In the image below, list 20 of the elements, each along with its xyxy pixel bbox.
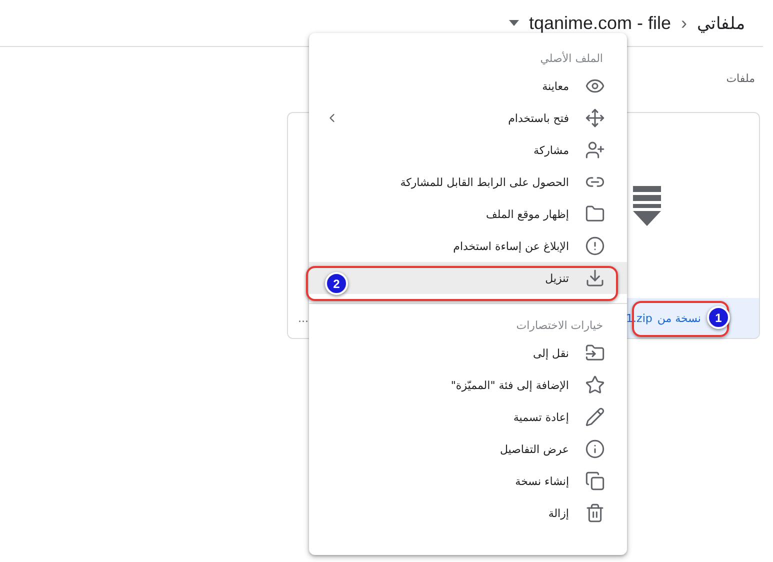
menu-item[interactable]: مشاركة	[309, 134, 627, 166]
menu-item[interactable]: إنشاء نسخة	[309, 465, 627, 497]
section-label: ملفات	[726, 72, 755, 85]
menu-item[interactable]: عرض التفاصيل	[309, 433, 627, 465]
menu-item[interactable]: فتح باستخدام	[309, 102, 627, 134]
menu-item[interactable]: الإبلاغ عن إساءة استخدام	[309, 230, 627, 262]
menu-item[interactable]: نقل إلى	[309, 337, 627, 369]
file-name[interactable]: نسخة من	[657, 312, 701, 324]
menu-item[interactable]: إعادة تسمية	[309, 401, 627, 433]
menu-item[interactable]: معاينة	[309, 70, 627, 102]
menu-section-title: الملف الأصلي	[540, 52, 603, 64]
breadcrumb-separator: ›	[681, 12, 687, 34]
more-text: ...	[298, 312, 308, 324]
menu-item[interactable]: إزالة	[309, 497, 627, 529]
menu-item[interactable]: إظهار موقع الملف	[309, 198, 627, 230]
menu-section-title: خيارات الاختصارات	[516, 318, 603, 332]
menu-item[interactable]: الحصول على الرابط القابل للمشاركة	[309, 166, 627, 198]
menu-item[interactable]: الإضافة إلى فئة "المميّزة"	[309, 369, 627, 401]
current-folder-title[interactable]: tqanime.com - file	[528, 12, 671, 34]
breadcrumb-root[interactable]: ملفاتي	[697, 12, 745, 34]
